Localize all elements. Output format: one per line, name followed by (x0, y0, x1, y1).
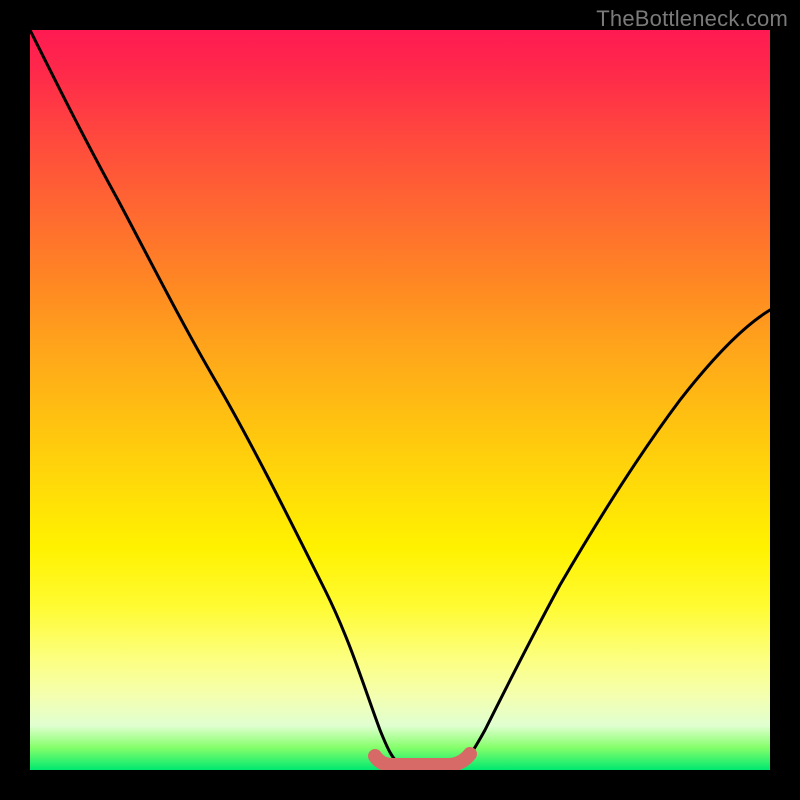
sweet-spot-marker (375, 754, 470, 765)
chart-plot-area (30, 30, 770, 770)
chart-frame: TheBottleneck.com (0, 0, 800, 800)
bottleneck-curve (30, 30, 770, 764)
chart-lines (30, 30, 770, 770)
watermark-text: TheBottleneck.com (596, 6, 788, 32)
